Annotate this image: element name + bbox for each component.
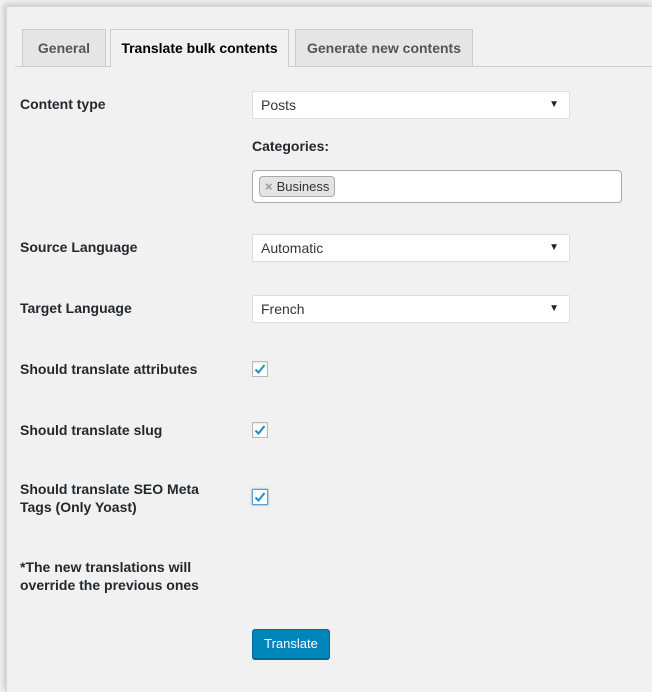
chevron-down-icon: ▼ xyxy=(549,242,559,253)
content-type-select[interactable]: Posts ▼ xyxy=(252,91,570,119)
override-note-line1: *The new translations will xyxy=(20,559,192,575)
target-language-select[interactable]: French ▼ xyxy=(252,295,570,323)
checkmark-icon xyxy=(254,425,266,435)
override-note: *The new translations will override the … xyxy=(20,558,199,594)
chevron-down-icon: ▼ xyxy=(549,99,559,110)
translate-attributes-checkbox[interactable] xyxy=(252,361,268,377)
settings-panel: General Translate bulk contents Generate… xyxy=(6,6,652,692)
categories-label: Categories: xyxy=(252,138,330,154)
checkmark-icon xyxy=(254,364,266,374)
translate-seo-meta-label-line1: Should translate SEO Meta xyxy=(20,481,199,497)
translate-seo-meta-label-line2: Tags (Only Yoast) xyxy=(20,499,137,515)
translate-seo-meta-checkbox[interactable] xyxy=(252,489,268,505)
translate-slug-label: Should translate slug xyxy=(20,422,163,438)
category-chip: × Business xyxy=(259,176,336,197)
target-language-label: Target Language xyxy=(20,300,132,316)
target-language-value: French xyxy=(261,301,305,317)
content-type-value: Posts xyxy=(261,97,297,113)
source-language-label: Source Language xyxy=(20,239,138,255)
category-chip-label: Business xyxy=(276,179,330,194)
checkmark-icon xyxy=(254,492,266,502)
translate-button[interactable]: Translate xyxy=(252,629,330,659)
tab-general[interactable]: General xyxy=(22,29,106,66)
translate-seo-meta-label: Should translate SEO Meta Tags (Only Yoa… xyxy=(20,480,199,516)
tab-translate-bulk-contents[interactable]: Translate bulk contents xyxy=(110,29,289,67)
source-language-value: Automatic xyxy=(261,240,324,256)
remove-chip-icon[interactable]: × xyxy=(265,179,273,194)
translate-attributes-label: Should translate attributes xyxy=(20,361,198,377)
tab-bar: General Translate bulk contents Generate… xyxy=(7,7,652,67)
translate-slug-checkbox[interactable] xyxy=(252,422,268,438)
chevron-down-icon: ▼ xyxy=(549,303,559,314)
override-note-line2: override the previous ones xyxy=(20,577,199,593)
tab-generate-new-contents[interactable]: Generate new contents xyxy=(295,29,473,66)
content-type-label: Content type xyxy=(20,96,106,112)
source-language-select[interactable]: Automatic ▼ xyxy=(252,234,570,262)
categories-multiselect[interactable]: × Business xyxy=(252,170,622,203)
